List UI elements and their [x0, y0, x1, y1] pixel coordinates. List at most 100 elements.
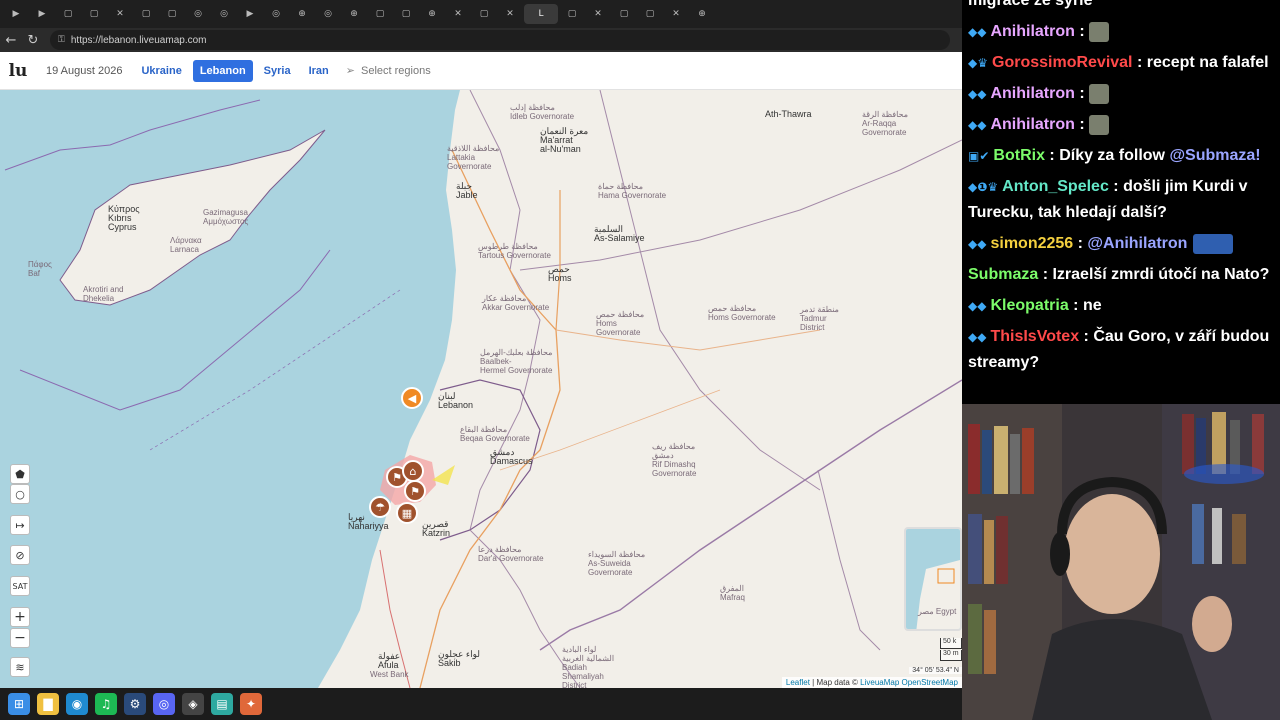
chat-mention[interactable]: @Anihilatron	[1087, 235, 1187, 252]
browser-tab[interactable]: ✕	[586, 4, 610, 24]
chat-username[interactable]: Anihilatron	[990, 116, 1074, 133]
region-tab-lebanon[interactable]: Lebanon	[192, 59, 253, 82]
taskbar-app-icon[interactable]: ⚙	[124, 693, 146, 715]
taskbar-app-icon[interactable]: ▤	[211, 693, 233, 715]
browser-tab[interactable]: ⊕	[342, 4, 366, 24]
region-tab-iran[interactable]: Iran	[302, 60, 336, 82]
chat-username[interactable]: simon2256	[990, 235, 1073, 252]
browser-tab[interactable]: ▶	[238, 4, 262, 24]
chat-username[interactable]: BotRix	[993, 147, 1045, 164]
draw-circle-icon[interactable]: ○	[10, 484, 30, 504]
back-icon[interactable]: ←	[0, 33, 22, 48]
browser-tab[interactable]: ▢	[638, 4, 662, 24]
browser-tab[interactable]: ◎	[186, 4, 210, 24]
map-label: محافظة الرقة Ar-Raqqa Governorate	[862, 110, 908, 137]
chat-separator: :	[1074, 116, 1090, 133]
browser-tab[interactable]: ⊕	[420, 4, 444, 24]
taskbar-app-icon[interactable]: ◈	[182, 693, 204, 715]
browser-tab[interactable]: ▢	[394, 4, 418, 24]
browser-tab[interactable]: ✕	[108, 4, 132, 24]
url-field[interactable]: ⚿ https://lebanon.liveuamap.com	[50, 30, 950, 50]
layers-icon[interactable]: ≋	[10, 657, 30, 677]
map-canvas[interactable]: Κύπρος Kıbrıs Cyprus Gazimagusa Αμμόχωστο…	[0, 90, 962, 688]
liveuamap-logo[interactable]: lu	[0, 61, 36, 81]
browser-tab[interactable]: ⊕	[290, 4, 314, 24]
taskbar-app-icon[interactable]: ⊞	[8, 693, 30, 715]
browser-tab[interactable]: ✕	[446, 4, 470, 24]
browser-tab-active[interactable]: L	[524, 4, 558, 24]
site-info-icon[interactable]: ⚿	[58, 35, 65, 45]
event-marker-icon[interactable]: ▦	[396, 502, 418, 524]
chat-username[interactable]: GorossimoRevival	[992, 54, 1133, 71]
browser-tab[interactable]: ▢	[82, 4, 106, 24]
map-label: لواء البادية الشمالية الغربية Badiah Sha…	[562, 645, 615, 688]
chat-text: ne	[1082, 297, 1102, 314]
chat-badges-icon: ◆♛	[968, 56, 988, 70]
megaphone-marker-icon[interactable]: ◀	[401, 387, 423, 409]
taskbar-app-icon[interactable]: ◉	[66, 693, 88, 715]
leaflet-link[interactable]: Leaflet	[786, 678, 810, 687]
draw-polygon-icon[interactable]: ⬟	[10, 464, 30, 484]
region-tab-syria[interactable]: Syria	[257, 60, 298, 82]
browser-tab[interactable]: ▶	[30, 4, 54, 24]
browser-tab[interactable]: ▢	[560, 4, 584, 24]
select-regions-button[interactable]: ➢ Select regions	[346, 64, 431, 77]
map-label: محافظة درعا Dar'a Governorate	[478, 545, 544, 563]
browser-tab[interactable]: ▢	[160, 4, 184, 24]
chat-text: recept na falafel	[1146, 54, 1269, 71]
chat-message: migrace ze sýrie	[968, 0, 1274, 14]
browser-tab[interactable]: ◎	[264, 4, 288, 24]
date-label[interactable]: 19 August 2026	[46, 65, 122, 77]
chat-username[interactable]: Anton_Spelec	[1002, 178, 1109, 195]
chat-emote-icon	[1089, 114, 1110, 135]
chat-separator: :	[1073, 235, 1088, 252]
browser-tab[interactable]: ◎	[212, 4, 236, 24]
browser-tab[interactable]: ▢	[134, 4, 158, 24]
browser-tab[interactable]: ▢	[56, 4, 80, 24]
zoom-in-button[interactable]: +	[10, 607, 30, 627]
browser-tab[interactable]: ▢	[368, 4, 392, 24]
reload-icon[interactable]: ↻	[22, 33, 44, 48]
measure-icon[interactable]: ↦	[10, 515, 30, 535]
browser-tab[interactable]: ◎	[316, 4, 340, 24]
taskbar-app-icon[interactable]: ✦	[240, 693, 262, 715]
taskbar-app-icon[interactable]: ♫	[95, 693, 117, 715]
zoom-out-button[interactable]: −	[10, 628, 30, 648]
select-regions-label: Select regions	[361, 64, 431, 77]
browser-tab[interactable]: ✕	[664, 4, 688, 24]
chat-username[interactable]: Submaza	[968, 266, 1038, 283]
chat-mention[interactable]: @Submaza!	[1169, 147, 1260, 164]
map-attribution: Leaflet | Map data © LiveuaMap OpenStree…	[781, 677, 962, 688]
chat-username[interactable]: Kleopatria	[990, 297, 1068, 314]
browser-tab[interactable]: ▢	[472, 4, 496, 24]
taskbar-app-icon[interactable]: ▇	[37, 693, 59, 715]
hide-icon[interactable]: ⊘	[10, 545, 30, 565]
taskbar-app-icon[interactable]: ◎	[153, 693, 175, 715]
chat-username[interactable]: Anihilatron	[990, 85, 1074, 102]
browser-tab[interactable]: ⊕	[690, 4, 714, 24]
map-label: لبنان Lebanon	[438, 391, 474, 410]
browser-tab[interactable]: ▶	[4, 4, 28, 24]
liveuamap-link[interactable]: LiveuaMap	[860, 678, 899, 687]
scale-mi: 30 m	[940, 650, 962, 661]
osm-link[interactable]: OpenStreetMap	[899, 678, 958, 687]
chat-username[interactable]: ThisIsVotex	[990, 328, 1079, 345]
satellite-toggle-button[interactable]: SAT	[10, 576, 30, 596]
event-marker-icon[interactable]: ⌂	[402, 460, 424, 482]
browser-tab[interactable]: ✕	[498, 4, 522, 24]
chat-message: ◆◆ Kleopatria : ne	[968, 293, 1274, 319]
attribution-text: | Map data ©	[809, 678, 861, 687]
chat-badges-icon: ◆◆	[968, 330, 987, 344]
browser-tab[interactable]: ▢	[612, 4, 636, 24]
map-label: Akrotiri and Dhekelia	[83, 285, 124, 303]
explosion-marker-icon[interactable]: ☂	[369, 496, 391, 518]
map-label: السلمية As-Salamiye	[594, 224, 645, 243]
chat-username[interactable]: Anihilatron	[990, 23, 1074, 40]
minimap[interactable]: مصر Egypt	[904, 527, 962, 631]
event-marker-icon[interactable]: ⚑	[404, 480, 426, 502]
chat-separator: :	[1079, 328, 1094, 345]
chat-message: ◆◆ ThisIsVotex : Čau Goro, v září budou s…	[968, 324, 1274, 376]
map-label: Ath-Thawra	[765, 109, 812, 119]
region-tab-ukraine[interactable]: Ukraine	[134, 60, 188, 82]
coordinates-readout: 34° 05' 53.4" N	[909, 667, 962, 674]
